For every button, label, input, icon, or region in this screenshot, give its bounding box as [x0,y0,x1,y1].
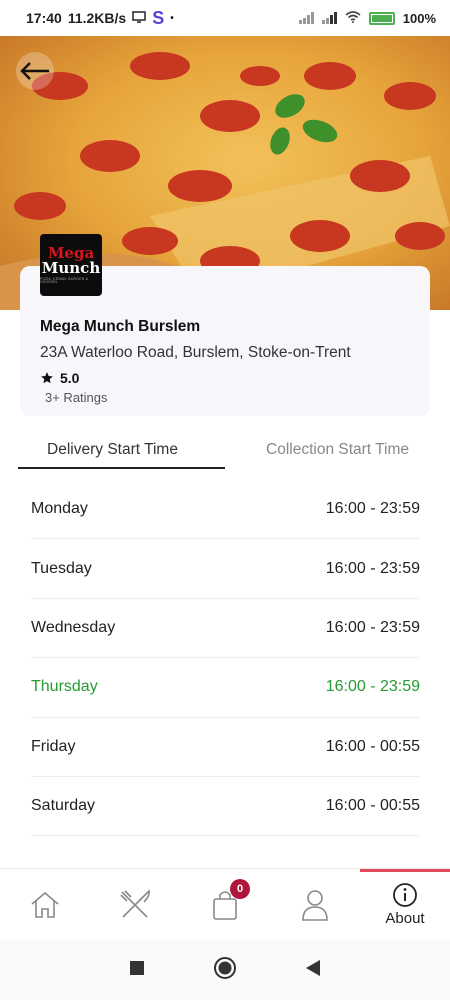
day-label: Wednesday [31,618,116,636]
circle-icon [214,956,236,979]
system-nav-bar [0,940,450,1000]
bottom-nav: 0 About [0,868,450,940]
wifi-icon [345,10,361,26]
profile-icon [302,889,328,921]
nav-cart[interactable]: 0 [180,869,270,940]
signal-icon [298,12,314,24]
schedule-row: Tuesday 16:00 - 23:59 [31,539,420,599]
cart-count-badge: 0 [230,879,250,899]
nav-profile[interactable] [270,869,360,940]
nav-about[interactable]: About [360,869,450,940]
restaurant-name: Mega Munch Burslem [40,318,201,335]
opening-hours-list: Monday 16:00 - 23:59 Tuesday 16:00 - 23:… [31,480,420,837]
nav-about-label: About [385,910,425,927]
home-system-button[interactable] [213,956,237,985]
schedule-row: Saturday 16:00 - 00:55 [31,777,420,837]
restaurant-logo: Mega Munch PIZZA, KEBAB, BURGER & CHICKE… [40,234,102,296]
star-icon [41,372,53,384]
schedule-row: Monday 16:00 - 23:59 [31,480,420,540]
schedule-row: Friday 16:00 - 00:55 [31,718,420,777]
battery-level: 100% [402,10,436,26]
triangle-back-icon [306,959,320,976]
recents-button[interactable] [129,960,145,981]
hours-label: 16:00 - 23:59 [325,678,420,696]
arrow-left-icon [20,62,49,80]
day-label: Thursday [31,678,98,696]
day-label: Friday [31,737,76,755]
network-speed: 11.2KB/s [67,10,127,26]
status-bar: 17:40 11.2KB/s S • 100% [0,0,450,36]
day-label: Monday [31,500,88,518]
hours-label: 16:00 - 23:59 [325,618,420,636]
hours-label: 16:00 - 23:59 [325,559,420,577]
s-app-icon: S [152,7,165,28]
rating-value: 5.0 [60,370,80,386]
notification-dot: • [170,12,174,24]
hours-label: 16:00 - 00:55 [325,737,420,755]
nav-home[interactable] [0,869,90,940]
battery-icon [368,11,395,25]
square-icon [130,960,144,975]
tab-delivery-start-time[interactable]: Delivery Start Time [0,430,225,470]
rating-count: 3+ Ratings [45,390,108,405]
restaurant-address: 23A Waterloo Road, Burslem, Stoke-on-Tre… [40,344,351,361]
day-label: Tuesday [31,559,92,577]
active-tab-indicator [18,467,225,469]
rating: 5.0 [40,370,79,386]
day-label: Saturday [31,797,96,815]
tab-collection-start-time[interactable]: Collection Start Time [225,430,450,470]
schedule-row-today: Thursday 16:00 - 23:59 [31,658,420,718]
nav-menu[interactable] [90,869,180,940]
back-button[interactable] [16,52,54,90]
time-tabs: Delivery Start Time Collection Start Tim… [0,430,450,470]
schedule-row: Wednesday 16:00 - 23:59 [31,599,420,659]
restaurant-icon [120,888,150,918]
hours-label: 16:00 - 23:59 [325,500,420,518]
signal-r-icon [321,12,337,24]
status-time: 17:40 [26,10,62,26]
home-icon [31,891,59,918]
info-icon [393,883,417,907]
hours-label: 16:00 - 00:55 [325,797,420,815]
screen-icon [132,10,146,26]
back-system-button[interactable] [305,959,321,982]
